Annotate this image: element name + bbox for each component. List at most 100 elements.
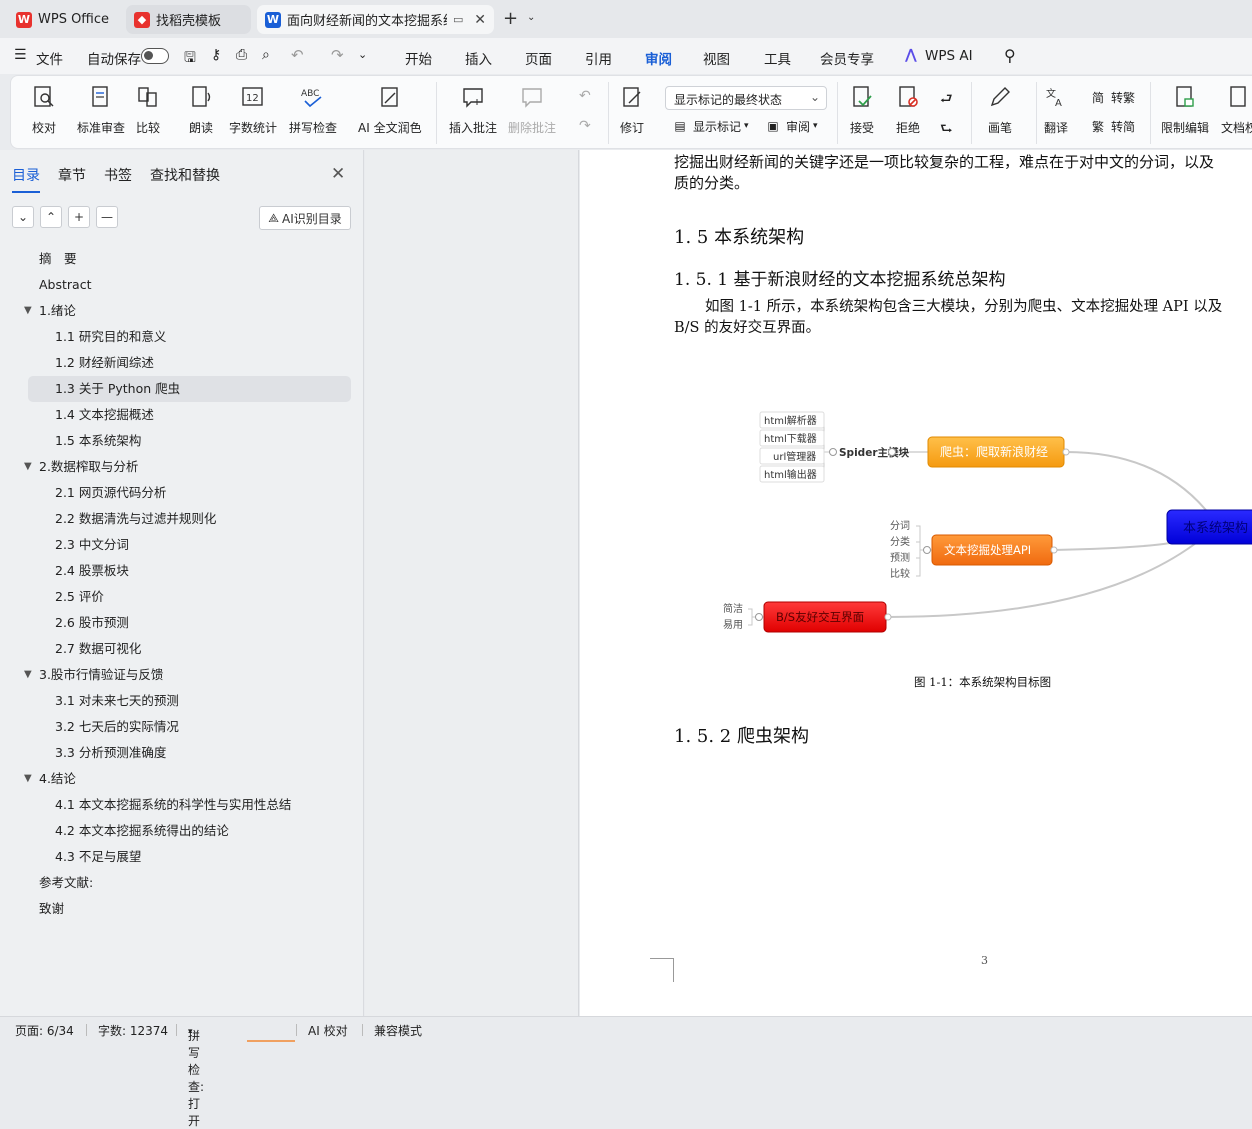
close-icon[interactable]: ✕	[474, 12, 486, 28]
menu-file[interactable]: 文件	[36, 48, 63, 68]
menu-member[interactable]: 会员专享	[820, 48, 874, 68]
toc-item[interactable]: 摘 要	[0, 246, 364, 272]
toc-item[interactable]: ▼ 3.股市行情验证与反馈	[0, 662, 364, 688]
previous-change-icon[interactable]: ⮐	[940, 88, 953, 112]
spell-check-button[interactable]: ABC 拼写检查	[289, 84, 337, 136]
expand-arrow-icon[interactable]: ▼	[24, 766, 32, 792]
toc-item[interactable]: 2.2 数据清洗与过滤并规则化	[0, 506, 364, 532]
quick-access-more-icon[interactable]: ⌄	[358, 48, 367, 61]
save-icon[interactable]: 🖫	[184, 47, 196, 71]
next-change-icon[interactable]: ⮑	[940, 118, 953, 142]
tab-document[interactable]: W 面向财经新闻的文本挖掘系统 ▭ ✕	[257, 5, 494, 34]
remove-heading-button[interactable]: —	[96, 206, 118, 228]
toc-item[interactable]: 2.4 股票板块	[0, 558, 364, 584]
reject-button[interactable]: 拒绝	[895, 84, 921, 136]
undo-icon[interactable]: ↶	[291, 46, 304, 64]
menu-home[interactable]: 开始	[405, 48, 432, 68]
word-count-button[interactable]: 12 字数统计	[229, 84, 277, 136]
toc-item[interactable]: 2.5 评价	[0, 584, 364, 610]
toc-item-label: 2.数据榨取与分析	[39, 459, 139, 474]
document-rights-button[interactable]: 文档权	[1221, 84, 1252, 136]
monitor-icon[interactable]: ▭	[453, 13, 463, 26]
word-count-indicator[interactable]: 字数: 12374	[98, 1022, 168, 1039]
toc-item[interactable]: 2.6 股市预测	[0, 610, 364, 636]
to-traditional-button[interactable]: 简 转繁	[1089, 88, 1135, 106]
pen-button[interactable]: 画笔	[987, 84, 1013, 136]
expand-arrow-icon[interactable]: ▼	[24, 298, 32, 324]
toc-item[interactable]: 3.1 对未来七天的预测	[0, 688, 364, 714]
document-page[interactable]: 挖掘出财经新闻的关键字还是一项比较复杂的工程，难点在于对中文的分词，以及 质的分…	[580, 150, 1252, 1016]
delete-comment-button[interactable]: 删除批注	[508, 84, 556, 136]
to-simplified-button[interactable]: 繁 转简	[1089, 117, 1135, 135]
ai-toc-button[interactable]: ⟁ AI识别目录	[259, 206, 351, 230]
toc-item[interactable]: 3.3 分析预测准确度	[0, 740, 364, 766]
toc-item[interactable]: ▼ 1.绪论	[0, 298, 364, 324]
toc-item[interactable]: 2.3 中文分词	[0, 532, 364, 558]
collapse-down-button[interactable]: ⌄	[12, 206, 34, 228]
track-changes-button[interactable]: 修订	[619, 84, 645, 136]
ai-proofread-indicator[interactable]: AI 校对	[308, 1022, 348, 1039]
search-icon[interactable]: ⚲	[1004, 46, 1016, 65]
toc-item[interactable]: 1.5 本系统架构	[0, 428, 364, 454]
print-preview-icon[interactable]: ⌕	[262, 47, 270, 63]
toc-item[interactable]: 4.2 本文本挖掘系统得出的结论	[0, 818, 364, 844]
menu-review[interactable]: 审阅	[645, 48, 672, 77]
new-tab-button[interactable]: +	[503, 8, 518, 29]
tab-bookmarks[interactable]: 书签	[104, 165, 132, 193]
tab-templates[interactable]: ◆ 找稻壳模板	[126, 5, 251, 34]
previous-comment-icon[interactable]: ↶	[579, 88, 591, 104]
add-heading-button[interactable]: +	[68, 206, 90, 228]
tab-wps-office[interactable]: W WPS Office	[8, 5, 120, 34]
menu-insert[interactable]: 插入	[465, 48, 492, 68]
toc-item[interactable]: 4.1 本文本挖掘系统的科学性与实用性总结	[0, 792, 364, 818]
markup-state-select[interactable]: 显示标记的最终状态 ⌄	[665, 86, 827, 110]
menu-wps-ai[interactable]: WPS AI	[925, 48, 973, 64]
hamburger-icon[interactable]: ☰	[14, 47, 27, 63]
close-icon[interactable]: ✕	[331, 164, 345, 184]
accept-button[interactable]: 接受	[849, 84, 875, 136]
proofread-button[interactable]: 校对	[31, 84, 57, 136]
standard-review-button[interactable]: 标准审查	[77, 84, 125, 136]
autosave-toggle[interactable]	[141, 48, 169, 64]
translate-button[interactable]: 文A 翻译	[1043, 84, 1069, 136]
toc-item[interactable]: 致谢	[0, 896, 364, 922]
toc-item[interactable]: 2.1 网页源代码分析	[0, 480, 364, 506]
page-indicator[interactable]: 页面: 6/34	[15, 1022, 74, 1039]
read-aloud-button[interactable]: 朗读	[188, 84, 214, 136]
menu-reference[interactable]: 引用	[585, 48, 612, 68]
toc-item[interactable]: 4.3 不足与展望	[0, 844, 364, 870]
redo-icon[interactable]: ↷	[331, 46, 344, 64]
toc-item[interactable]: 1.1 研究目的和意义	[0, 324, 364, 350]
spell-check-status: 拼写检查: 打开	[188, 1029, 205, 1128]
toc-item[interactable]: 参考文献:	[0, 870, 364, 896]
tab-find-replace[interactable]: 查找和替换	[150, 165, 220, 193]
next-comment-icon[interactable]: ↷	[579, 118, 591, 134]
toc-item[interactable]: 3.2 七天后的实际情况	[0, 714, 364, 740]
ai-polish-button[interactable]: AI 全文润色	[358, 84, 422, 136]
tab-chapters[interactable]: 章节	[58, 165, 86, 193]
toc-item-label: 摘 要	[39, 251, 77, 266]
toc-item[interactable]: ▼ 4.结论	[0, 766, 364, 792]
print-icon[interactable]: ⎙	[236, 47, 247, 63]
toc-item[interactable]: ▼ 2.数据榨取与分析	[0, 454, 364, 480]
restrict-edit-button[interactable]: 限制编辑	[1161, 84, 1209, 136]
key-icon[interactable]: ⚷	[211, 47, 221, 63]
toc-item[interactable]: 2.7 数据可视化	[0, 636, 364, 662]
menu-tools[interactable]: 工具	[764, 48, 791, 68]
toc-item[interactable]: 1.2 财经新闻综述	[0, 350, 364, 376]
toc-item[interactable]: Abstract	[0, 272, 364, 298]
expand-arrow-icon[interactable]: ▼	[24, 662, 32, 688]
review-pane-button[interactable]: ▣ 审阅 ▾	[764, 117, 817, 135]
compare-button[interactable]: 比较	[135, 84, 161, 136]
show-markup-button[interactable]: ▤ 显示标记 ▾	[671, 117, 748, 135]
tab-toc[interactable]: 目录	[12, 165, 40, 193]
collapse-up-button[interactable]: ⌃	[40, 206, 62, 228]
insert-comment-button[interactable]: 插入批注	[449, 84, 497, 136]
toc-item[interactable]: 1.3 关于 Python 爬虫	[28, 376, 351, 402]
menu-page[interactable]: 页面	[525, 48, 552, 68]
chevron-down-icon[interactable]: ⌄	[527, 12, 535, 23]
reject-icon	[895, 84, 921, 110]
menu-view[interactable]: 视图	[703, 48, 730, 68]
toc-item[interactable]: 1.4 文本挖掘概述	[0, 402, 364, 428]
expand-arrow-icon[interactable]: ▼	[24, 454, 32, 480]
